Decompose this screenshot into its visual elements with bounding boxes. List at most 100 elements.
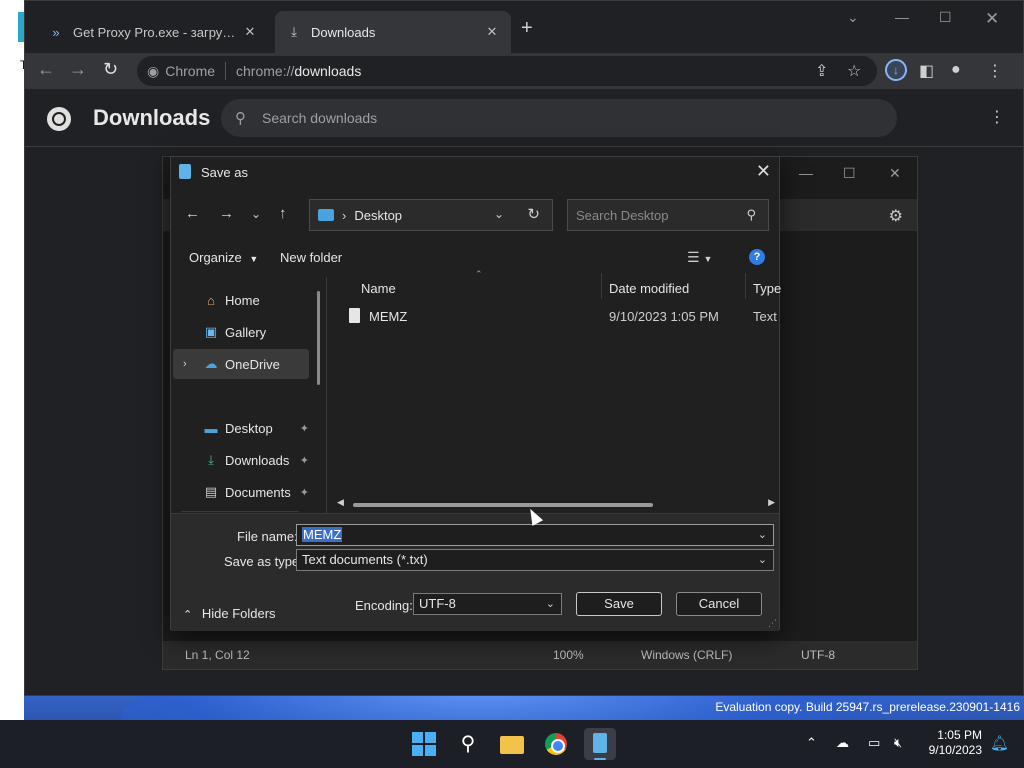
search-desktop-input[interactable]: Search Desktop ⚲: [567, 199, 769, 231]
minimize-icon[interactable]: —: [799, 165, 813, 181]
chrome-logo-icon: [47, 107, 71, 131]
downloads-button-icon[interactable]: ↓: [885, 59, 907, 81]
close-tab-icon[interactable]: ✕: [241, 24, 259, 40]
reload-icon[interactable]: ↻: [103, 59, 118, 80]
back-icon[interactable]: ←: [37, 59, 55, 80]
tab-search-icon[interactable]: ⌄: [847, 9, 859, 26]
column-name[interactable]: Name: [361, 281, 396, 296]
save-type-select[interactable]: Text documents (*.txt) ⌄: [296, 549, 774, 571]
sidebar-item-label: Desktop: [225, 420, 273, 436]
nav-divider: [181, 511, 299, 512]
hide-folders-button[interactable]: ⌃ Hide Folders: [183, 606, 276, 621]
address-bar[interactable]: ◉ Chrome chrome:// downloads: [137, 56, 877, 86]
column-type[interactable]: Type: [753, 281, 781, 296]
clock-date: 9/10/2023: [928, 743, 982, 757]
search-icon[interactable]: ⚲: [452, 728, 484, 760]
recent-locations-icon[interactable]: ⌄: [251, 207, 261, 221]
volume-muted-icon[interactable]: 🔇︎: [894, 735, 902, 751]
scroll-thumb[interactable]: [353, 503, 653, 507]
file-type: Text Document: [753, 309, 779, 324]
chevron-down-icon[interactable]: ⌄: [758, 525, 767, 545]
view-options-icon[interactable]: ☰ ▼: [687, 249, 712, 266]
column-divider[interactable]: [601, 273, 602, 299]
start-button-icon[interactable]: [408, 728, 440, 760]
maximize-icon[interactable]: ☐: [939, 9, 952, 26]
chevron-up-icon[interactable]: ⌃: [806, 735, 817, 751]
cancel-button[interactable]: Cancel: [676, 592, 762, 616]
close-window-icon[interactable]: ✕: [889, 165, 901, 182]
onedrive-offline-icon[interactable]: ☁: [836, 735, 849, 751]
organize-button[interactable]: Organize ▼: [189, 250, 258, 265]
close-window-icon[interactable]: ✕: [985, 9, 999, 29]
dialog-titlebar: Save as ✕: [171, 157, 779, 187]
maximize-icon[interactable]: ☐: [843, 165, 856, 182]
clock-time: 1:05 PM: [937, 728, 982, 742]
save-button[interactable]: Save: [576, 592, 662, 616]
chrome-menu-icon[interactable]: ⋮: [987, 61, 1003, 81]
sidebar-item-onedrive[interactable]: › ☁ OneDrive: [173, 349, 309, 379]
file-name-value: MEMZ: [302, 527, 343, 542]
chevron-down-icon[interactable]: ⌄: [494, 207, 504, 221]
column-date-modified[interactable]: Date modified: [609, 281, 689, 296]
resize-grip-icon[interactable]: ⋰: [768, 618, 777, 629]
pin-icon: ✦: [299, 422, 309, 435]
close-dialog-icon[interactable]: ✕: [756, 161, 771, 182]
page-title: Downloads: [93, 105, 211, 130]
file-name-label: File name:: [237, 529, 298, 544]
close-tab-icon[interactable]: ✕: [483, 24, 501, 40]
new-tab-button[interactable]: +: [521, 17, 533, 40]
tab-get-proxy[interactable]: » Get Proxy Pro.exe - загрузить фа ✕: [37, 11, 269, 53]
taskbar-clock[interactable]: 1:05 PM 9/10/2023: [918, 728, 982, 758]
horizontal-scrollbar[interactable]: ◀ ▶: [337, 497, 775, 509]
chrome-site-icon: ◉: [147, 62, 160, 79]
tab-downloads[interactable]: ⤓ Downloads ✕: [275, 11, 511, 53]
file-name: MEMZ: [369, 309, 408, 324]
file-row[interactable]: MEMZ 9/10/2023 1:05 PM Text Document: [349, 307, 779, 329]
forward-icon[interactable]: →: [69, 59, 87, 80]
network-icon[interactable]: ▭: [868, 735, 880, 751]
chevron-down-icon[interactable]: ⌄: [758, 550, 767, 570]
sidebar-item-home[interactable]: ⌂ Home: [173, 285, 309, 315]
forward-icon[interactable]: →: [219, 205, 234, 222]
chevron-down-icon[interactable]: ⌄: [546, 594, 555, 614]
sidebar-item-downloads[interactable]: ⤓ Downloads ✦: [173, 445, 309, 475]
bookmark-star-icon[interactable]: ☆: [847, 61, 861, 81]
new-folder-button[interactable]: New folder: [280, 250, 342, 265]
file-explorer-icon[interactable]: [496, 728, 528, 760]
tab-title: Downloads: [311, 24, 376, 40]
chrome-taskbar-icon[interactable]: [540, 728, 572, 760]
site-label: Chrome: [165, 63, 216, 79]
up-icon[interactable]: ↑: [279, 205, 287, 222]
search-downloads-input[interactable]: ⚲ Search downloads: [221, 99, 897, 137]
sidebar-item-documents[interactable]: ▤ Documents ✦: [173, 477, 309, 507]
save-type-value: Text documents (*.txt): [302, 552, 428, 567]
downloads-menu-icon[interactable]: ⋮: [989, 107, 1005, 127]
encoding-select[interactable]: UTF-8 ⌄: [413, 593, 562, 615]
minimize-icon[interactable]: —: [895, 9, 909, 25]
scroll-left-icon[interactable]: ◀: [337, 497, 344, 508]
column-divider[interactable]: [745, 273, 746, 299]
text-file-icon: [349, 308, 360, 323]
chevron-right-icon[interactable]: ›: [183, 358, 187, 370]
help-icon[interactable]: ?: [749, 249, 765, 265]
search-placeholder: Search Desktop: [576, 207, 669, 223]
sidebar-item-gallery[interactable]: ▣ Gallery: [173, 317, 309, 347]
nav-pane-scrollbar[interactable]: [317, 291, 320, 385]
watermark-line2: Evaluation copy. Build 25947.rs_prerelea…: [715, 700, 1020, 714]
side-panel-icon[interactable]: ◧: [919, 61, 934, 81]
encoding-value: UTF-8: [419, 596, 456, 611]
sidebar-item-desktop[interactable]: ▬ Desktop ✦: [173, 413, 310, 443]
file-name-field[interactable]: MEMZ ⌄: [296, 524, 774, 546]
chevron-down-icon: ▼: [249, 254, 259, 264]
scroll-right-icon[interactable]: ▶: [768, 497, 775, 508]
notepad-taskbar-icon[interactable]: [584, 728, 616, 760]
back-icon[interactable]: ←: [185, 205, 200, 222]
refresh-icon[interactable]: ↻: [527, 205, 540, 223]
address-breadcrumb[interactable]: › Desktop ⌄ ↻: [309, 199, 553, 231]
search-placeholder: Search downloads: [262, 110, 378, 126]
share-icon[interactable]: ⇪: [815, 61, 828, 81]
notification-bell-icon[interactable]: 🔔︎: [990, 734, 1009, 752]
profile-icon[interactable]: ●: [951, 61, 961, 79]
gear-icon[interactable]: ⚙: [889, 206, 903, 226]
proxy-icon: »: [52, 24, 60, 40]
